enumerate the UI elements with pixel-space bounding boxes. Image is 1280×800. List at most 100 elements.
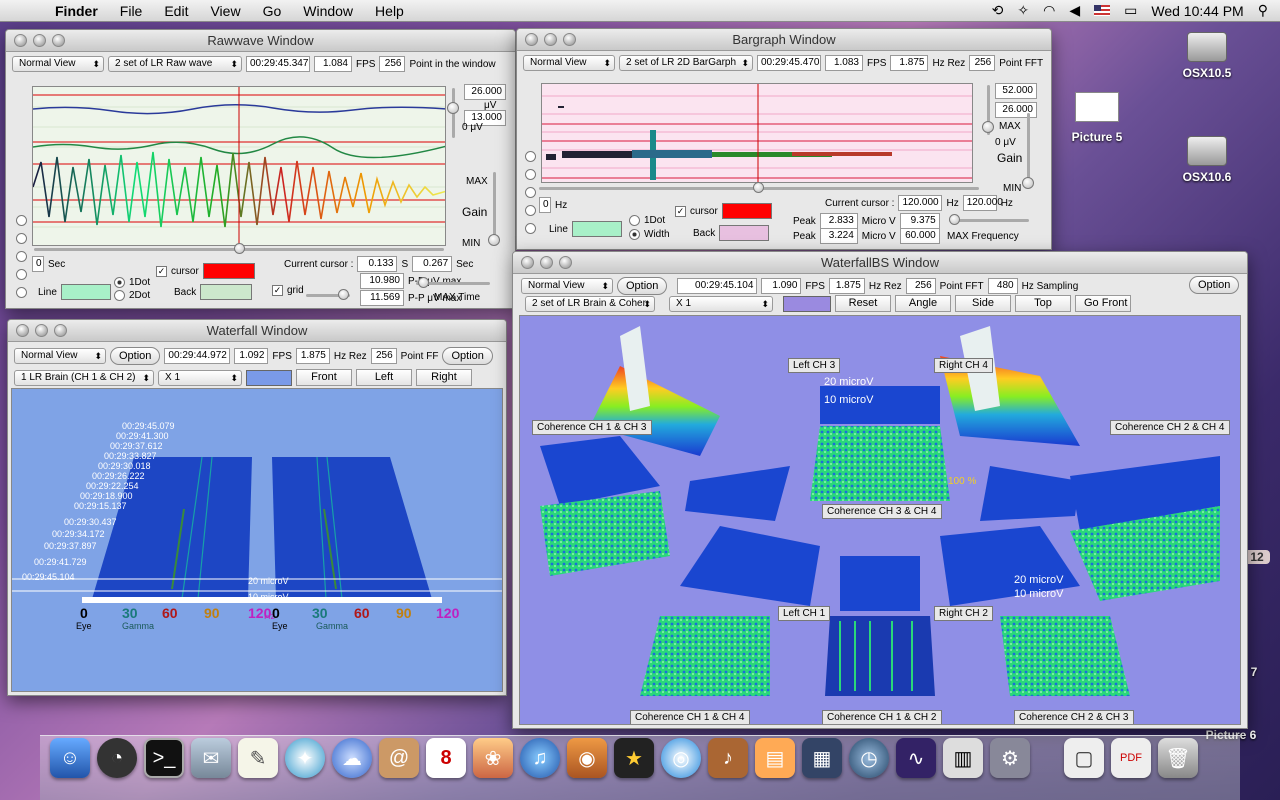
rawwave-radio-1[interactable]: [16, 215, 27, 226]
dvd-player-icon[interactable]: ◎: [661, 738, 701, 778]
rawwave-vertical-slider[interactable]: [488, 172, 500, 246]
rawwave-grid-slider[interactable]: [306, 289, 350, 300]
bargraph-radio-4[interactable]: [525, 205, 536, 216]
zoom-icon[interactable]: [52, 34, 65, 47]
rawwave-line-color[interactable]: [60, 284, 111, 300]
waterfallbs-gofront-button[interactable]: Go Front: [1075, 295, 1131, 312]
rawwave-points-field[interactable]: 256: [379, 56, 406, 72]
trash-icon[interactable]: 🗑: [1158, 738, 1198, 778]
menu-app-finder[interactable]: Finder: [44, 3, 109, 19]
bargraph-hzrez-field[interactable]: 1.875: [890, 55, 929, 71]
dashboard-icon[interactable]: ◔: [97, 738, 137, 778]
time-machine-dock-icon[interactable]: ◷: [849, 738, 889, 778]
minimize-icon[interactable]: [540, 256, 553, 269]
bargraph-peak2-field[interactable]: 3.224: [819, 228, 858, 244]
waterfall-option2-button[interactable]: Option: [442, 347, 493, 365]
waterfall-time-field[interactable]: 00:29:44.972: [164, 348, 231, 364]
bargraph-gain-slider[interactable]: [982, 85, 994, 135]
bargraph-maxfreq-slider[interactable]: [949, 214, 1029, 225]
rawwave-grid-checkbox[interactable]: ✓: [272, 285, 283, 296]
waterfall-points-field[interactable]: 256: [370, 348, 397, 364]
waterfall-hzrez-field[interactable]: 1.875: [295, 348, 330, 364]
brainwave-app-icon[interactable]: ∿: [896, 738, 936, 778]
rawwave-cursor-1-field[interactable]: 0.133: [357, 256, 398, 272]
waterfallbs-plot[interactable]: Left CH 3 Right CH 4 Coherence CH 1 & CH…: [519, 315, 1241, 725]
photo-booth-icon[interactable]: ◉: [567, 738, 607, 778]
itunes-icon[interactable]: ♫: [520, 738, 560, 778]
minimize-icon[interactable]: [544, 33, 557, 46]
bargraph-maxfreq-field[interactable]: 120.000: [962, 195, 1003, 211]
waterfall-left-button[interactable]: Left: [356, 369, 412, 386]
rawwave-cursor-checkbox[interactable]: ✓: [156, 265, 167, 277]
rawwave-cursor-2-field[interactable]: 0.267: [412, 256, 453, 272]
waterfall-titlebar[interactable]: Waterfall Window: [8, 320, 506, 342]
waterfallbs-option-button[interactable]: Option: [617, 277, 668, 295]
bargraph-radio-2[interactable]: [525, 169, 536, 180]
waterfallbs-option2-button[interactable]: Option: [1189, 276, 1240, 294]
waterfallbs-sampling-field[interactable]: 480: [987, 278, 1018, 294]
bargraph-titlebar[interactable]: Bargraph Window: [517, 29, 1051, 51]
minimize-icon[interactable]: [35, 324, 48, 337]
rawwave-max-time-slider[interactable]: [416, 277, 490, 288]
rawwave-gain-top-field[interactable]: 26.000: [464, 84, 506, 100]
waterfallbs-points-field[interactable]: 256: [905, 278, 936, 294]
rawwave-view-select[interactable]: Normal View: [12, 56, 104, 72]
bargraph-cursor-field[interactable]: 120.000: [898, 195, 943, 211]
waterfall-view-select[interactable]: Normal View: [14, 348, 106, 364]
preview-icon[interactable]: ▤: [755, 738, 795, 778]
rawwave-pp1-field[interactable]: 10.980: [360, 273, 404, 289]
rawwave-radio-2[interactable]: [16, 233, 27, 244]
bargraph-cursor-checkbox[interactable]: ✓: [675, 205, 686, 217]
menu-help[interactable]: Help: [364, 3, 415, 19]
bargraph-radio-1[interactable]: [525, 151, 536, 162]
waterfallbs-fps-field[interactable]: 1.090: [761, 278, 802, 294]
bargraph-vertical-slider[interactable]: [1022, 113, 1034, 189]
rawwave-pp2-field[interactable]: 11.569: [360, 290, 404, 306]
waterfallbs-reset-button[interactable]: Reset: [835, 295, 891, 312]
bargraph-view-select[interactable]: Normal View: [523, 55, 615, 71]
finder-icon[interactable]: ☺: [50, 738, 90, 778]
bargraph-fps-field[interactable]: 1.083: [825, 55, 863, 71]
menu-view[interactable]: View: [199, 3, 251, 19]
input-flag-icon[interactable]: [1094, 5, 1111, 16]
bargraph-cursor-color[interactable]: [721, 203, 772, 219]
rawwave-plot[interactable]: [32, 86, 446, 246]
bargraph-gain-top-field[interactable]: 52.000: [995, 83, 1037, 99]
rawwave-radio-5[interactable]: [16, 287, 27, 298]
waterfall-plot[interactable]: 00:29:45.079 00:29:41.300 00:29:37.612 0…: [11, 388, 503, 692]
waterfallbs-angle-button[interactable]: Angle: [895, 295, 951, 312]
waterfall-option-button[interactable]: Option: [110, 347, 161, 365]
rawwave-time-field[interactable]: 00:29:45.347: [246, 56, 310, 72]
ical-icon[interactable]: 8: [426, 738, 466, 778]
rawwave-titlebar[interactable]: Rawwave Window: [6, 30, 515, 52]
waterfallbs-view-select[interactable]: Normal View: [521, 278, 613, 294]
rawwave-fps-field[interactable]: 1.084: [314, 56, 352, 72]
waterfall-set-select[interactable]: 1 LR Brain (CH 1 & CH 2): [14, 369, 154, 386]
textedit-icon[interactable]: ✎: [238, 738, 278, 778]
waterfallbs-hzrez-field[interactable]: 1.875: [828, 278, 865, 294]
bargraph-freq-slider[interactable]: [539, 182, 979, 193]
terminal-icon[interactable]: >_: [144, 738, 184, 778]
menu-file[interactable]: File: [109, 3, 154, 19]
waterfallbs-titlebar[interactable]: WaterfallBS Window: [513, 252, 1247, 274]
rawwave-back-color[interactable]: [200, 284, 253, 300]
menubar-clock[interactable]: Wed 10:44 PM: [1151, 3, 1243, 19]
bargraph-plot[interactable]: [541, 83, 973, 183]
waterfallbs-set-select[interactable]: 2 set of LR Brain & Coher: [525, 295, 655, 312]
waterfallbs-time-field[interactable]: 00:29:45.104: [677, 278, 758, 294]
desktop-drive-osx105[interactable]: OSX10.5: [1172, 32, 1242, 80]
close-icon[interactable]: [14, 34, 27, 47]
time-machine-icon[interactable]: ⟲: [992, 2, 1004, 19]
bargraph-points-field[interactable]: 256: [969, 55, 996, 71]
keyboard-app-icon[interactable]: ▥: [943, 738, 983, 778]
close-icon[interactable]: [525, 33, 538, 46]
rawwave-set-select[interactable]: 2 set of LR Raw wave: [108, 56, 242, 72]
bargraph-line-color[interactable]: [571, 221, 622, 237]
rawwave-gain-slider[interactable]: [447, 88, 459, 138]
rawwave-radio-4[interactable]: [16, 269, 27, 280]
bargraph-gain-mid-field[interactable]: 26.000: [995, 102, 1037, 118]
bluetooth-icon[interactable]: ✧: [1017, 2, 1029, 19]
rawwave-radio-3[interactable]: [16, 251, 27, 262]
iphoto-icon[interactable]: ❀: [473, 738, 513, 778]
bargraph-mv1-field[interactable]: 9.375: [899, 213, 940, 229]
